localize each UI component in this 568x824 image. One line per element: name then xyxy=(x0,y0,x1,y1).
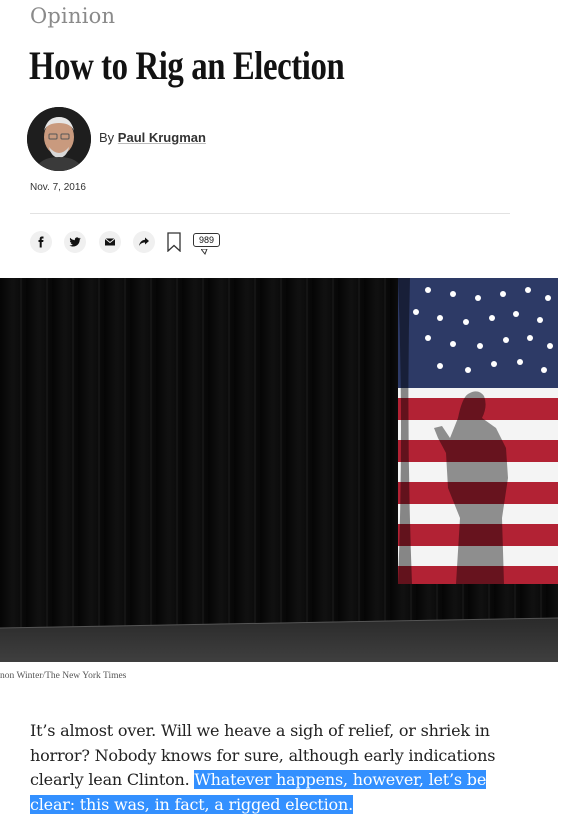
publish-date: Nov. 7, 2016 xyxy=(30,182,86,193)
byline: By Paul Krugman xyxy=(99,130,206,145)
byline-prefix: By xyxy=(99,130,118,145)
body-paragraph: It’s almost over. Will we heave a sigh o… xyxy=(30,719,520,817)
article-body: It’s almost over. Will we heave a sigh o… xyxy=(30,719,520,817)
author-portrait-image xyxy=(27,107,91,171)
comment-count: 989 xyxy=(193,233,221,247)
article-hero-image xyxy=(0,278,558,662)
email-icon xyxy=(104,238,116,246)
facebook-share-button[interactable] xyxy=(30,231,52,253)
facebook-icon xyxy=(38,236,44,248)
twitter-icon xyxy=(69,237,81,247)
email-share-button[interactable] xyxy=(99,231,121,253)
photo-credit: non Winter/The New York Times xyxy=(0,671,127,681)
share-arrow-icon xyxy=(139,237,149,246)
comment-icon xyxy=(201,249,208,255)
headline: How to Rig an Election xyxy=(29,43,345,88)
author-avatar[interactable] xyxy=(27,107,91,171)
twitter-share-button[interactable] xyxy=(64,231,86,253)
divider xyxy=(30,213,510,214)
comments-button[interactable]: 989 xyxy=(193,233,221,255)
more-share-button[interactable] xyxy=(133,231,155,253)
author-link[interactable]: Paul Krugman xyxy=(118,130,206,145)
bookmark-icon[interactable] xyxy=(167,232,181,252)
section-label[interactable]: Opinion xyxy=(30,4,115,28)
